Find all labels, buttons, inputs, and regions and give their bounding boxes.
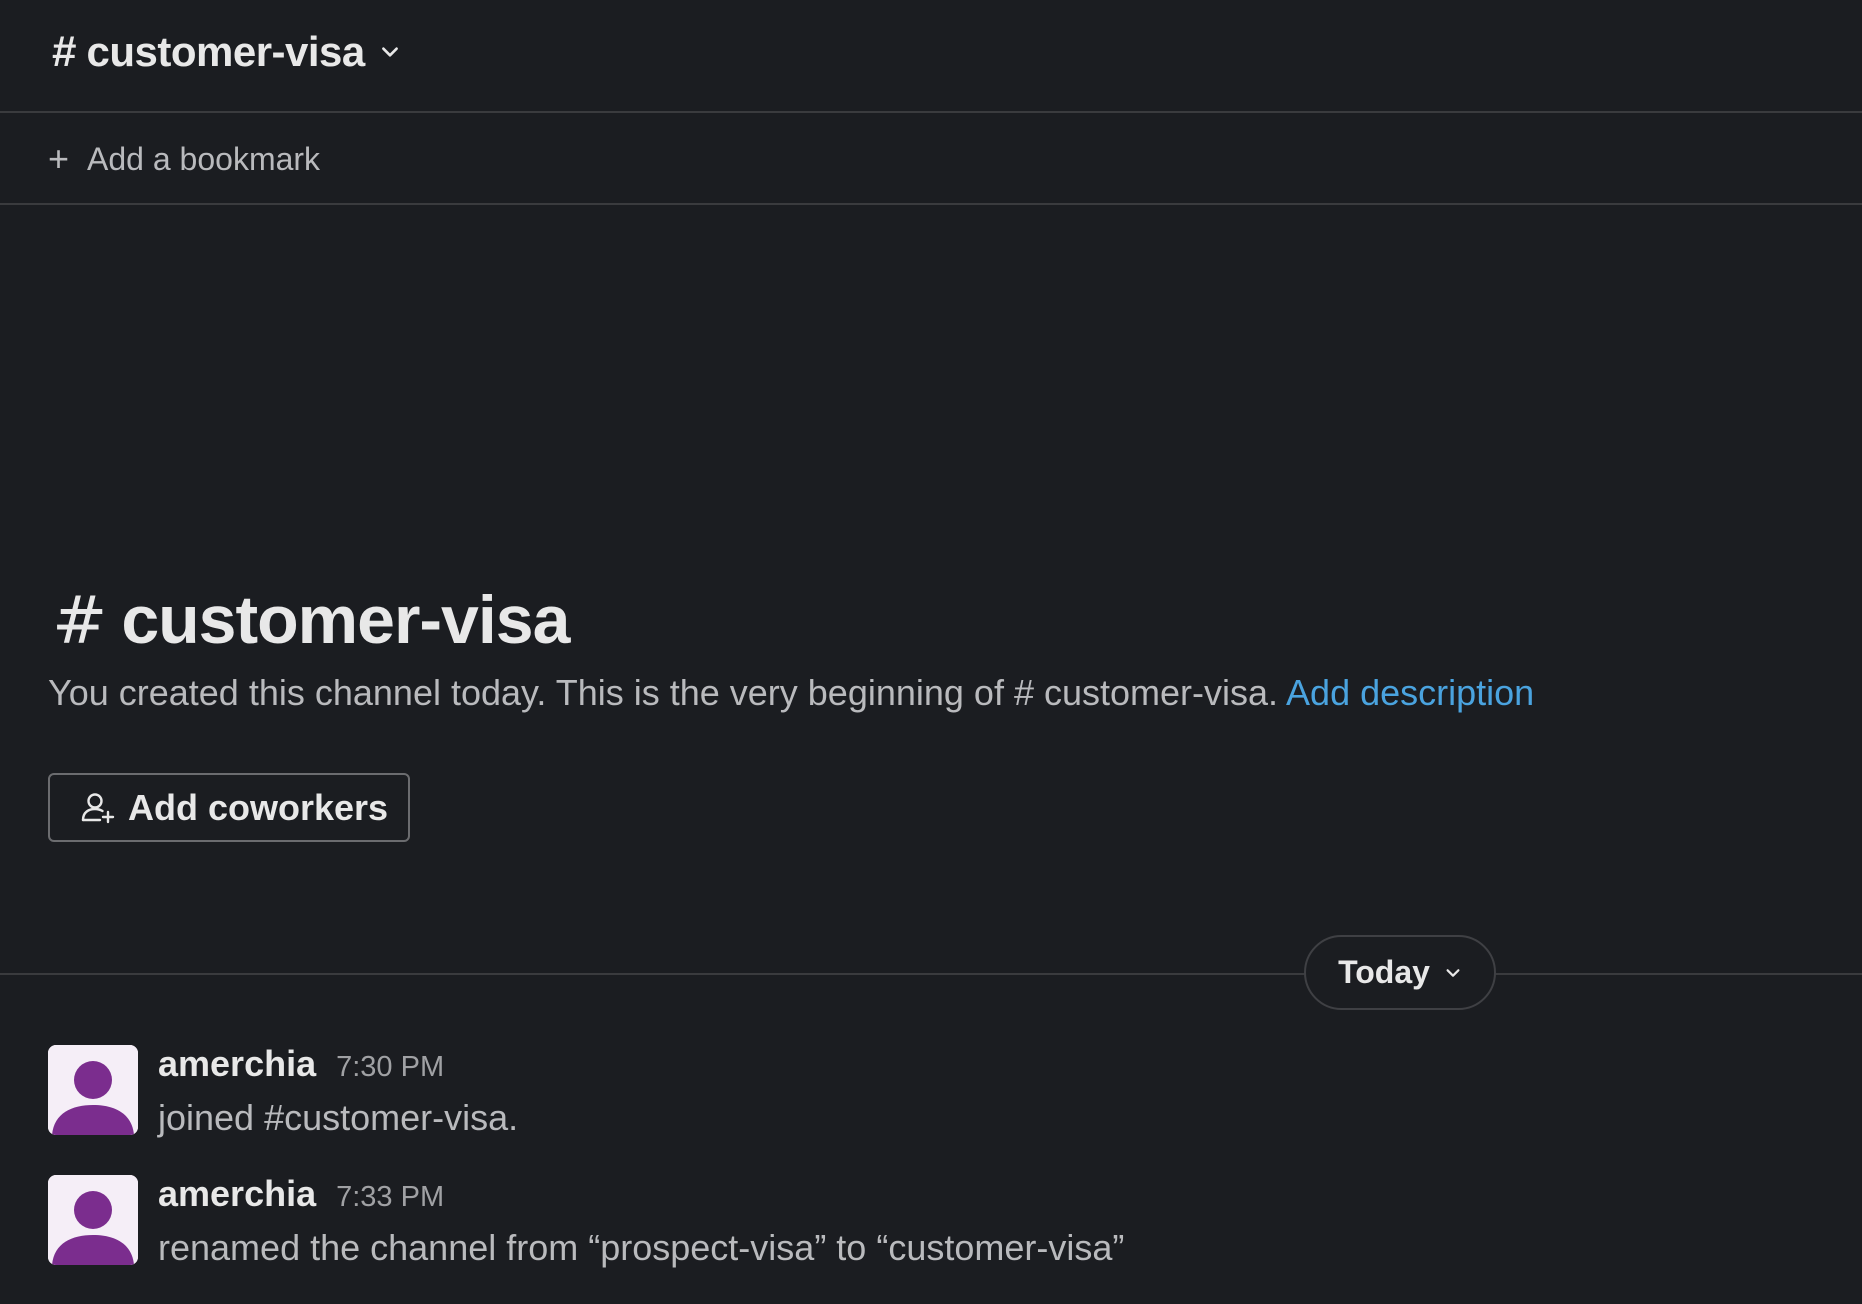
default-user-avatar-icon[interactable]: [48, 1045, 138, 1135]
message-meta: amerchia 7:30 PM: [158, 1043, 444, 1085]
channel-hash-icon: #: [52, 581, 108, 659]
channel-intro-description: You created this channel today. This is …: [48, 672, 1534, 714]
channel-intro-title: # customer-visa: [52, 580, 570, 660]
message-meta: amerchia 7:33 PM: [158, 1173, 444, 1215]
add-bookmark-button[interactable]: + Add a bookmark: [48, 135, 320, 183]
message-text: joined #customer-visa.: [158, 1097, 519, 1138]
message-timestamp[interactable]: 7:33 PM: [336, 1181, 444, 1214]
channel-intro-name: customer-visa: [121, 582, 570, 658]
channel-hash-icon: #: [52, 27, 77, 76]
date-label: Today: [1338, 954, 1430, 990]
chevron-down-icon: [1446, 968, 1460, 977]
date-divider-line: [0, 973, 1862, 975]
message-timestamp[interactable]: 7:30 PM: [336, 1051, 444, 1084]
channel-name: customer-visa: [86, 28, 365, 75]
channel-intro-text: You created this channel today. This is …: [48, 672, 1279, 713]
plus-icon: +: [48, 138, 70, 179]
chevron-down-icon: [381, 47, 398, 57]
add-person-icon: [81, 792, 115, 823]
message-author[interactable]: amerchia: [158, 1173, 316, 1215]
message-item: amerchia 7:33 PM renamed the channel fro…: [48, 1173, 1828, 1285]
add-description-link[interactable]: Add description: [1286, 672, 1534, 713]
add-coworkers-label: Add coworkers: [128, 786, 389, 828]
default-user-avatar-icon[interactable]: [48, 1175, 138, 1265]
message-text: renamed the channel from “prospect-visa”…: [158, 1227, 1125, 1268]
message-author[interactable]: amerchia: [158, 1043, 316, 1085]
bookmark-bar: + Add a bookmark: [0, 113, 1862, 205]
add-coworkers-button[interactable]: Add coworkers: [48, 773, 410, 842]
channel-header: # customer-visa: [0, 0, 1862, 113]
add-bookmark-label: Add a bookmark: [87, 140, 321, 177]
message-item: amerchia 7:30 PM joined #customer-visa.: [48, 1043, 1828, 1155]
channel-name-button[interactable]: # customer-visa: [52, 24, 401, 80]
date-jump-button[interactable]: Today: [1304, 935, 1496, 1010]
